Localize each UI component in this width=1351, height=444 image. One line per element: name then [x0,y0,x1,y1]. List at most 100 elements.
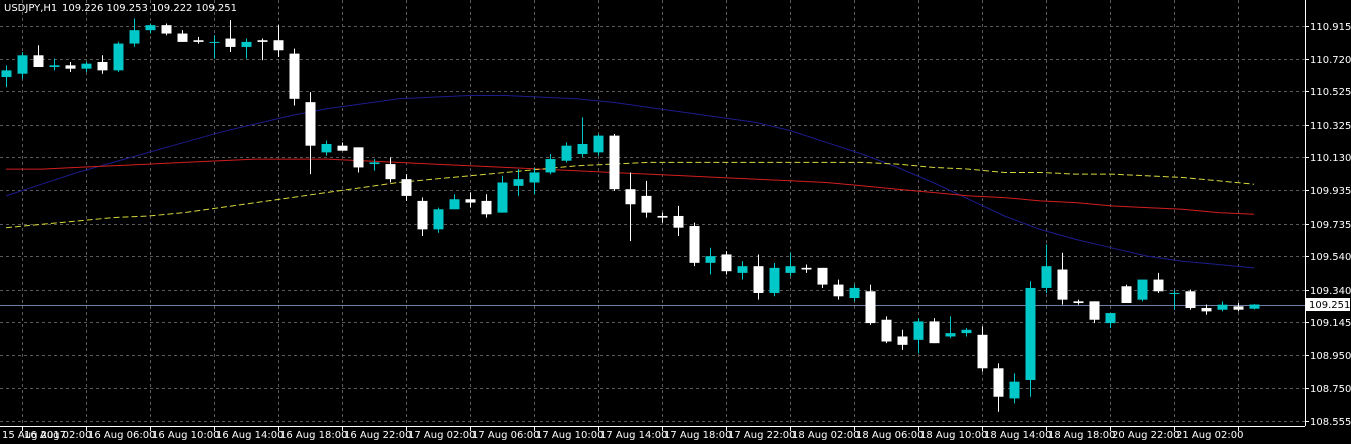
candle[interactable] [113,41,124,73]
candle-body [417,200,428,230]
candle[interactable] [1121,284,1132,304]
candle[interactable] [1,65,12,88]
candle[interactable] [657,212,668,223]
candle[interactable] [321,140,332,156]
candle-body [241,41,252,47]
candle[interactable] [897,329,908,350]
candle[interactable] [161,23,172,36]
candle-body [145,25,156,31]
candle[interactable] [1249,304,1260,310]
candle[interactable] [241,38,252,59]
chart-window[interactable]: 110.915 110.720 110.525 110.325 110.130 109.9… [0,0,1351,444]
candle[interactable] [49,58,60,71]
candle-body [177,33,188,42]
candle[interactable] [33,45,44,68]
candle[interactable] [977,326,988,372]
candle[interactable] [1041,244,1052,293]
time-tick-label: 20 Aug 22:00 [1112,430,1179,441]
candle[interactable] [417,197,428,237]
candle[interactable] [17,51,28,79]
price-chart-svg[interactable]: 110.915 110.720 110.525 110.325 110.130 109.9… [0,0,1351,444]
candle[interactable] [1137,279,1148,302]
candle[interactable] [1201,304,1212,315]
candle[interactable] [177,30,188,42]
candle-body [913,321,924,340]
candle[interactable] [737,261,748,280]
candle[interactable] [273,25,284,57]
candle[interactable] [1073,299,1084,305]
candle[interactable] [433,207,444,233]
candle[interactable] [577,117,588,158]
candle[interactable] [385,157,396,183]
candle[interactable] [961,328,972,337]
time-tick-label: 17 Aug 02:00 [408,430,475,441]
candle[interactable] [1009,373,1020,404]
candle[interactable] [1025,281,1036,397]
candle-body [97,61,108,71]
candle[interactable] [1185,289,1196,310]
candle[interactable] [65,61,76,73]
candle-body [385,164,396,180]
candle[interactable] [97,55,108,74]
candle[interactable] [129,18,140,47]
candle[interactable] [913,318,924,354]
candle[interactable] [401,174,412,201]
candle[interactable] [801,264,812,273]
price-tick-label: 109.540 [1310,252,1351,263]
candle[interactable] [753,254,764,300]
candle[interactable] [1169,289,1180,310]
price-tick-label: 109.340 [1310,286,1351,297]
chart-symbol-label: USDJPY,H1 [4,3,57,14]
candle-body [545,159,556,173]
candle-body [689,226,700,263]
candle[interactable] [353,147,364,173]
candle[interactable] [849,284,860,302]
candle[interactable] [1233,303,1244,312]
candle[interactable] [1153,272,1164,293]
candle[interactable] [625,172,636,242]
candle[interactable] [145,23,156,34]
candle[interactable] [833,279,844,300]
candle[interactable] [257,38,268,61]
candle[interactable] [1057,252,1068,305]
candle[interactable] [1217,301,1228,312]
candle-body [657,215,668,218]
candle[interactable] [1105,313,1116,329]
candle[interactable] [289,48,300,106]
candle[interactable] [593,133,604,156]
candle-body [49,65,60,68]
candle[interactable] [929,318,940,344]
candle[interactable] [1089,301,1100,324]
candle[interactable] [193,36,204,44]
candle-body [257,40,268,42]
candle-body [785,266,796,273]
candle[interactable] [881,316,892,344]
candle[interactable] [449,194,460,210]
candle[interactable] [337,142,348,151]
candle[interactable] [641,180,652,218]
candle[interactable] [689,222,700,267]
candle-body [529,172,540,183]
candle[interactable] [993,363,1004,412]
candles[interactable] [1,18,1260,412]
candle[interactable] [945,316,956,339]
candle[interactable] [481,194,492,218]
candle[interactable] [609,133,620,191]
candle[interactable] [769,262,780,297]
candle[interactable] [513,169,524,196]
candle[interactable] [81,61,92,73]
candle-body [1025,287,1036,380]
candle[interactable] [721,251,732,275]
candle[interactable] [497,175,508,213]
candle[interactable] [705,247,716,275]
candle[interactable] [225,20,236,52]
candle[interactable] [209,35,220,59]
candle[interactable] [817,267,828,288]
candle-body [289,53,300,99]
candle[interactable] [305,92,316,175]
candle[interactable] [465,192,476,208]
candle[interactable] [561,142,572,163]
candle-body [849,287,860,298]
candle[interactable] [673,205,684,237]
time-tick-label: 18 Aug 18:00 [1048,430,1115,441]
